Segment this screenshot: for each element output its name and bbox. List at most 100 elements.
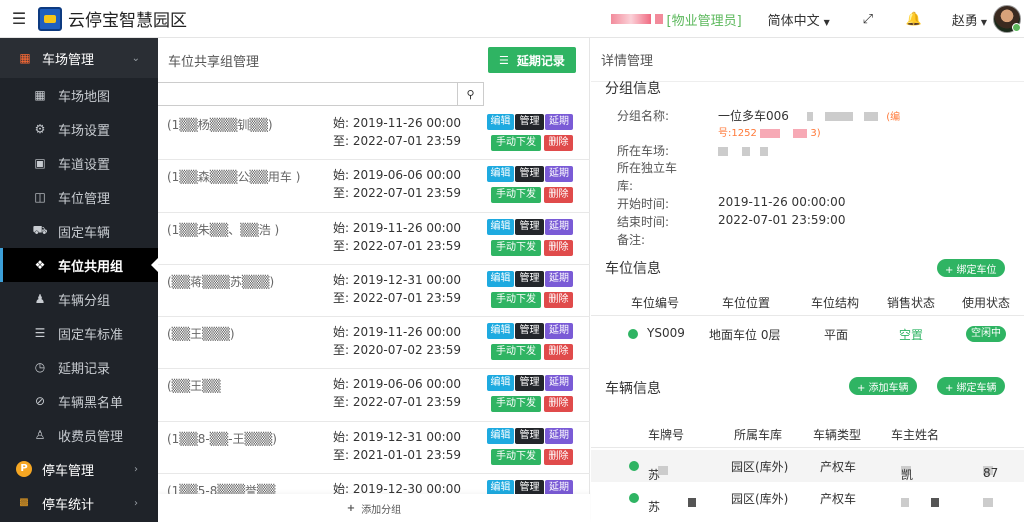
delete-button[interactable]: 删除	[544, 396, 573, 413]
extend-button[interactable]: 延期	[545, 218, 573, 235]
edit-button[interactable]: 编辑	[487, 270, 514, 287]
manage-button[interactable]: 管理	[515, 218, 544, 235]
expand-icon[interactable]: ⤢	[860, 12, 876, 27]
delete-button[interactable]: 删除	[544, 344, 573, 361]
list-item[interactable]: (1▒▒8-▒▒-王▒▒▒) 始: 2019-12-31 00:00 至: 202…	[158, 422, 590, 475]
map-icon: ▦	[34, 88, 46, 102]
extend-button[interactable]: 延期	[545, 166, 573, 183]
windows-icon: ▦	[19, 51, 31, 65]
redacted	[824, 112, 853, 121]
manual-issue-button[interactable]: 手动下发	[491, 187, 541, 204]
manage-button[interactable]: 管理	[515, 427, 544, 444]
delete-button[interactable]: 删除	[544, 239, 573, 256]
sidebar-item-blacklist[interactable]: ⊘ 车辆黑名单	[0, 384, 158, 418]
delete-button[interactable]: 删除	[544, 187, 573, 204]
manage-button[interactable]: 管理	[515, 166, 544, 183]
delete-button[interactable]: 删除	[544, 448, 573, 465]
delete-button[interactable]: 删除	[544, 135, 573, 151]
manual-issue-button[interactable]: 手动下发	[491, 396, 541, 413]
list-item[interactable]: (▒▒王▒▒ 始: 2019-06-06 00:00 至: 2022-07-01 …	[158, 369, 590, 422]
extend-button[interactable]: 延期	[545, 114, 573, 130]
table-row[interactable]: 苏 园区(库外) 产权车	[591, 482, 1024, 514]
end-date: 至: 2020-07-02 23:59	[333, 343, 461, 358]
extend-record-button[interactable]: ☰ 延期记录	[488, 47, 576, 73]
edit-button[interactable]: 编辑	[487, 218, 514, 235]
edit-button[interactable]: 编辑	[487, 323, 514, 340]
group-name: (1▒▒8-▒▒-王▒▒▒)	[167, 431, 277, 446]
edit-button[interactable]: 编辑	[487, 427, 514, 444]
sidebar-item-label: 车位共用组	[58, 259, 124, 275]
manage-button[interactable]: 管理	[515, 114, 544, 130]
avatar[interactable]	[993, 5, 1021, 33]
user-menu[interactable]: 赵勇 ▼	[952, 10, 987, 29]
edit-button[interactable]: 编辑	[487, 114, 514, 130]
manual-issue-button[interactable]: 手动下发	[491, 239, 541, 256]
user-name: 赵勇	[951, 13, 978, 29]
status-dot	[628, 329, 638, 339]
start-date: 始: 2019-11-26 00:00	[333, 325, 461, 340]
brand-title: 云停宝智慧园区	[68, 11, 187, 31]
language-select[interactable]: 简体中文 ▼	[768, 10, 830, 29]
edit-button[interactable]: 编辑	[487, 375, 514, 392]
group-name: (▒▒蒋▒▒▒苏▒▒▒)	[167, 274, 275, 289]
list-item[interactable]: (▒▒王▒▒▒) 始: 2019-11-26 00:00 至: 2020-07-0…	[158, 317, 590, 370]
sidebar-item-shared-group[interactable]: ❖ 车位共用组	[0, 248, 158, 282]
table-row[interactable]: 苏 园区(库外) 产权车 凯 87	[591, 450, 1024, 482]
sidebar-item-label: 车辆分组	[58, 293, 111, 309]
user-icon: ♙	[34, 428, 46, 442]
extend-button[interactable]: 延期	[545, 323, 573, 340]
add-vehicle-button[interactable]: + 添加车辆	[849, 377, 917, 395]
manual-issue-button[interactable]: 手动下发	[491, 135, 541, 151]
extend-button[interactable]: 延期	[545, 375, 573, 392]
search-input[interactable]	[158, 82, 458, 106]
sidebar-group-stats[interactable]: ▩ 停车统计 ›	[0, 486, 158, 520]
list-icon: ☰	[499, 53, 509, 67]
sidebar-item-extend-record[interactable]: ◷ 延期记录	[0, 350, 158, 384]
sidebar-item-settings[interactable]: ⚙ 车场设置	[0, 112, 158, 146]
gear-icon: ⚙	[34, 122, 46, 136]
search-icon[interactable]: ⚲	[458, 82, 484, 106]
manual-issue-button[interactable]: 手动下发	[491, 344, 541, 361]
list-item[interactable]: (1▒▒森▒▒▒公▒▒用车 ) 始: 2019-06-06 00:00 至: 20…	[158, 160, 590, 213]
end-date: 至: 2022-07-01 23:59	[333, 395, 461, 410]
sidebar-item-fixed-vehicle[interactable]: ⛟ 固定车辆	[0, 214, 158, 248]
edit-button[interactable]: 编辑	[487, 166, 514, 183]
end-time-label: 结束时间:	[617, 215, 670, 229]
list-item[interactable]: (1▒▒杨▒▒▒钏▒▒) 始: 2019-11-26 00:00 至: 2022-…	[158, 108, 590, 161]
sidebar-item-space[interactable]: ◫ 车位管理	[0, 180, 158, 214]
manage-button[interactable]: 管理	[515, 270, 544, 287]
sidebar-item-collector[interactable]: ♙ 收费员管理	[0, 418, 158, 452]
type-cell: 产权车	[820, 492, 857, 506]
bind-vehicle-button[interactable]: + 绑定车辆	[937, 377, 1005, 395]
list-item[interactable]: (1▒▒朱▒▒、▒▒浩 ) 始: 2019-11-26 00:00 至: 2022…	[158, 213, 590, 265]
redacted	[931, 498, 939, 507]
sidebar-item-map[interactable]: ▦ 车场地图	[0, 78, 158, 112]
delete-button[interactable]: 删除	[544, 291, 573, 308]
sidebar-item-label: 固定车辆	[58, 225, 111, 241]
start-date: 始: 2019-06-06 00:00	[333, 377, 461, 392]
bell-icon[interactable]: 🔔	[906, 12, 922, 27]
manage-button[interactable]: 管理	[515, 375, 544, 392]
manual-issue-button[interactable]: 手动下发	[491, 448, 541, 465]
sidebar-group-parking[interactable]: P 停车管理 ›	[0, 452, 158, 486]
add-group-button[interactable]: + 添加分组	[158, 494, 590, 522]
menu-icon[interactable]: ☰	[0, 0, 38, 38]
table-row[interactable]: YS009 地面车位 0层 平面 空置 空闲中	[591, 318, 1024, 350]
sidebar-item-lane[interactable]: ▣ 车道设置	[0, 146, 158, 180]
sidebar-item-fixed-standard[interactable]: ☰ 固定车标准	[0, 316, 158, 350]
extra-text: 87	[983, 466, 999, 480]
bind-space-button[interactable]: + 绑定车位	[937, 259, 1005, 277]
status-dot	[629, 461, 639, 471]
extend-button[interactable]: 延期	[545, 427, 573, 444]
car-icon: ⛟	[32, 223, 48, 237]
extend-button[interactable]: 延期	[545, 270, 573, 287]
remark-label: 备注:	[617, 233, 646, 247]
manual-issue-button[interactable]: 手动下发	[491, 291, 541, 308]
manage-button[interactable]: 管理	[515, 323, 544, 340]
sidebar-group-parking-lot[interactable]: ▦ 车场管理 ⌄	[0, 38, 158, 78]
sidebar-item-vehicle-group[interactable]: ♟ 车辆分组	[0, 282, 158, 316]
start-date: 始: 2019-06-06 00:00	[333, 168, 461, 183]
redacted	[718, 147, 728, 156]
redacted-name	[610, 14, 651, 24]
list-item[interactable]: (▒▒蒋▒▒▒苏▒▒▒) 始: 2019-12-31 00:00 至: 2022-…	[158, 265, 590, 318]
